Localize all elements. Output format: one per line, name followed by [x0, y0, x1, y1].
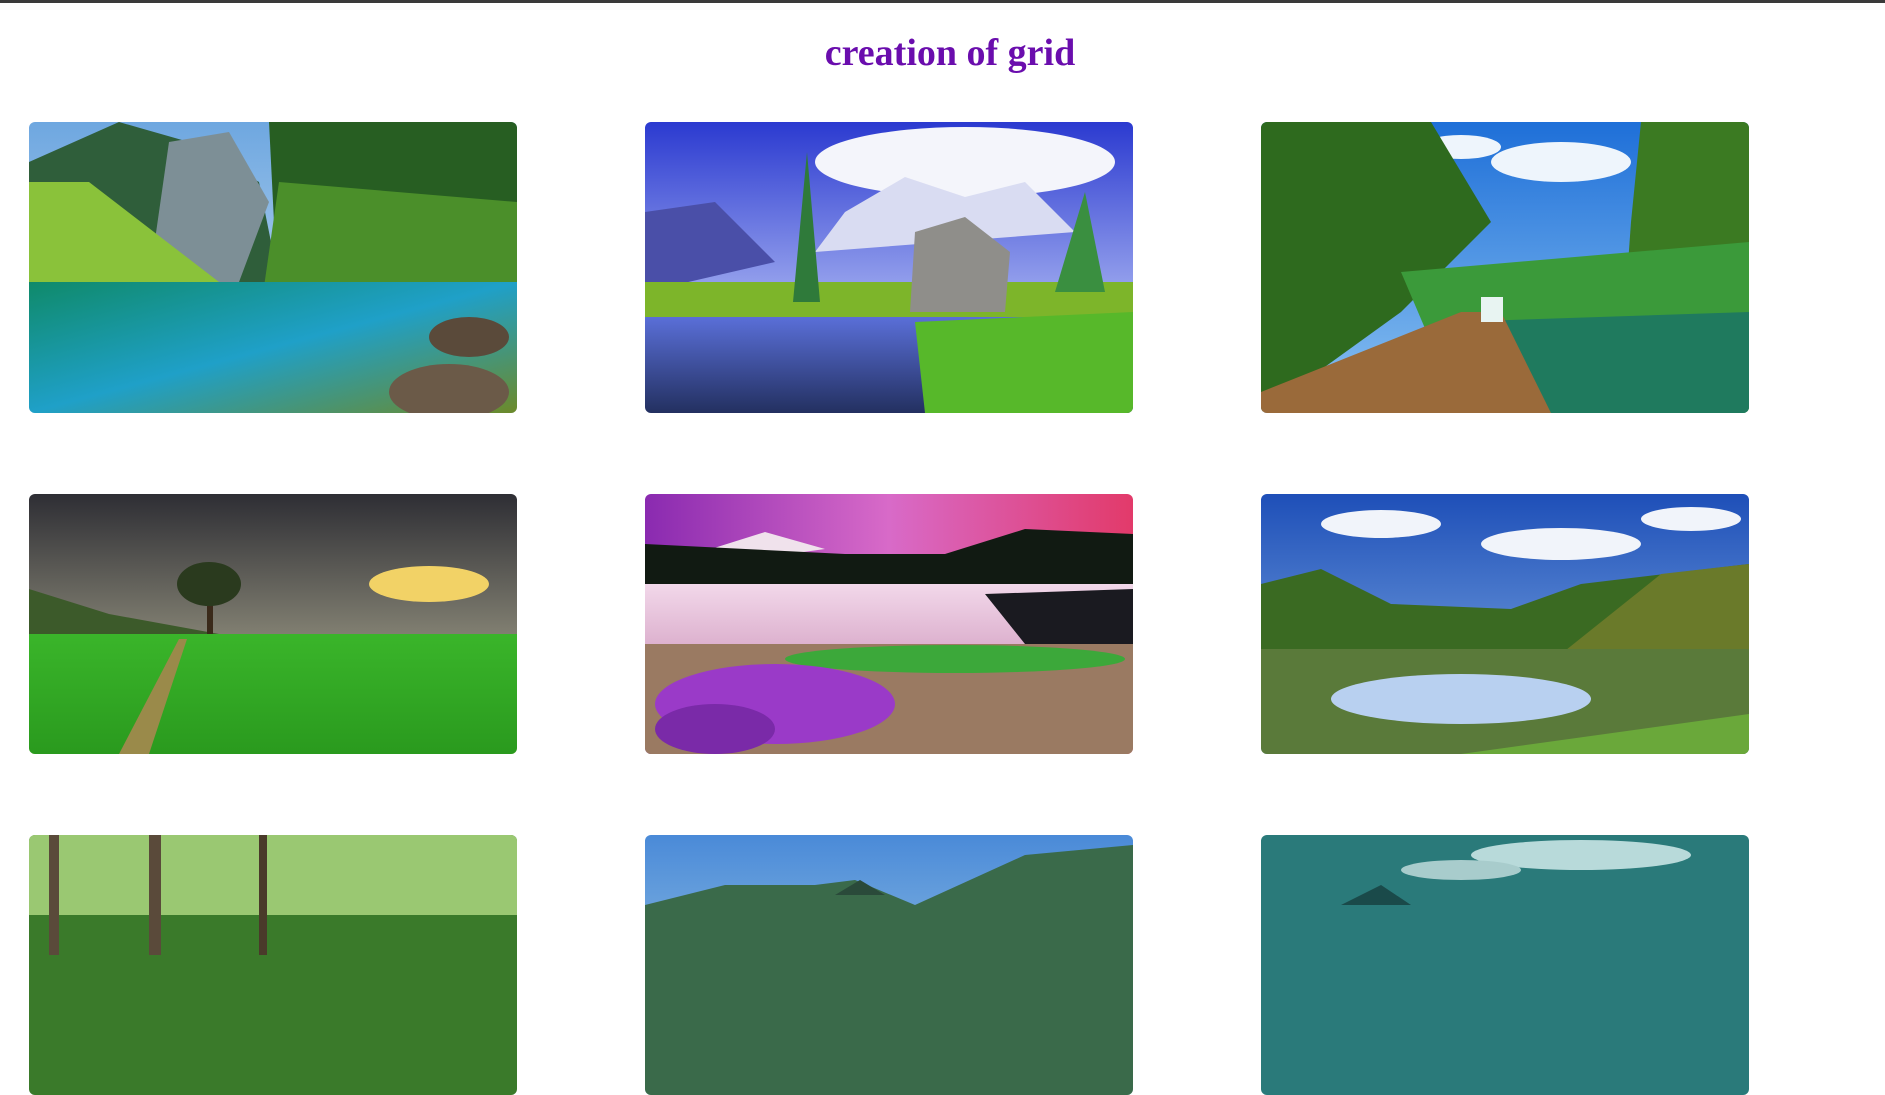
grid-item[interactable]	[1261, 122, 1749, 413]
grid-item[interactable]	[29, 122, 517, 413]
mountain-lake-forest-image	[29, 122, 517, 413]
forest-path-image	[29, 835, 517, 1095]
grid-item[interactable]	[645, 122, 1133, 413]
page-title: creation of grid	[824, 32, 1076, 74]
alpine-stream-rock-image	[645, 122, 1133, 413]
grid-item[interactable]	[1261, 835, 1749, 1095]
teal-sky-image	[1261, 835, 1749, 1095]
lone-tree-green-field-image	[29, 494, 517, 754]
blue-mountains-image	[645, 835, 1133, 1095]
grid-item[interactable]	[29, 494, 517, 754]
reflective-lake-clouds-image	[1261, 494, 1749, 754]
grid-item[interactable]	[645, 835, 1133, 1095]
pink-sky-lake-flowers-image	[645, 494, 1133, 754]
grid-item[interactable]	[645, 494, 1133, 754]
grid-item[interactable]	[1261, 494, 1749, 754]
top-border	[0, 0, 1885, 3]
image-grid	[29, 122, 1749, 1095]
wooden-boardwalk-waterfall-image	[1261, 122, 1749, 413]
grid-item[interactable]	[29, 835, 517, 1095]
